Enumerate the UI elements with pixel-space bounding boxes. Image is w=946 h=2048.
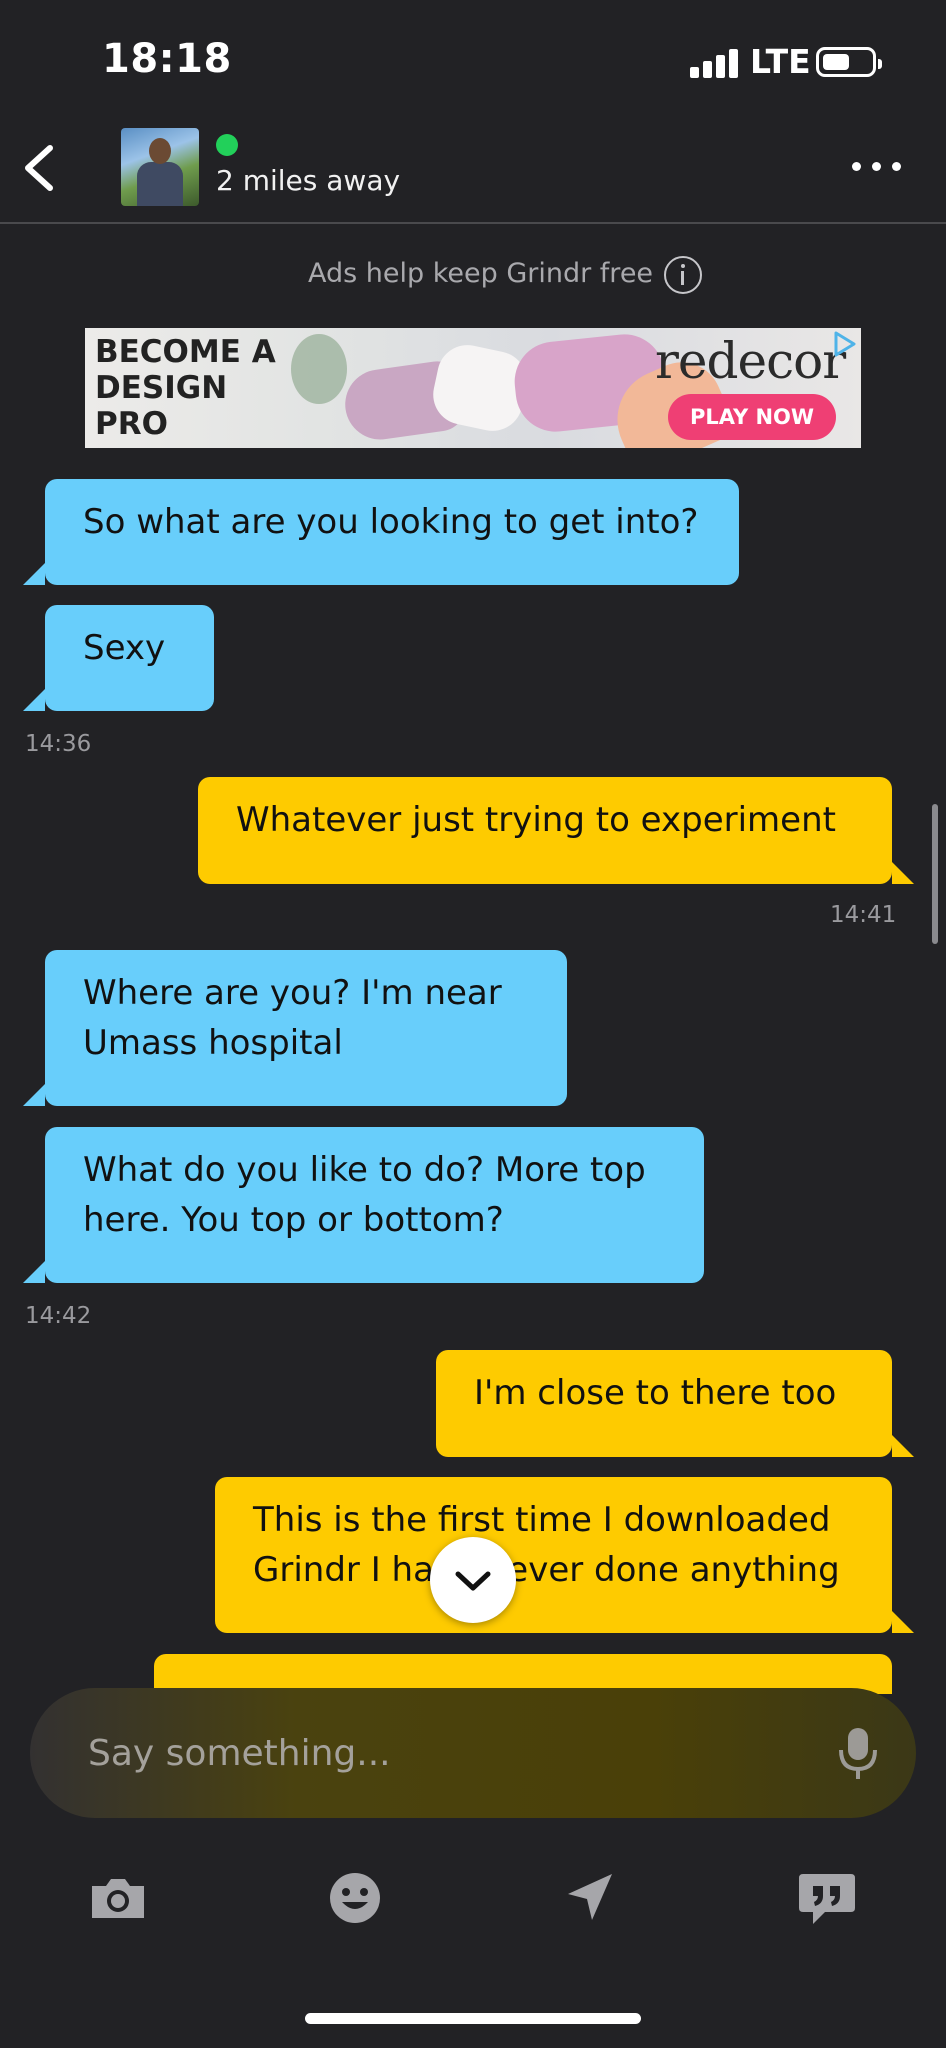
scroll-to-bottom-button[interactable] [430, 1537, 516, 1623]
message-incoming[interactable]: Where are you? I'm near Umass hospital [23, 950, 567, 1106]
message-incoming[interactable]: So what are you looking to get into? [23, 479, 739, 585]
ad-choices-icon[interactable] [833, 330, 857, 358]
chat-header: 2 miles away [0, 120, 946, 224]
message-input[interactable] [88, 1722, 788, 1784]
saved-phrases-icon[interactable] [797, 1868, 857, 1928]
emoji-icon[interactable] [325, 1868, 385, 1928]
ad-headline: BECOME A DESIGN PRO [95, 334, 276, 442]
message-text: This is the first time I downloaded Grin… [253, 1500, 840, 1590]
location-icon[interactable] [560, 1868, 620, 1928]
message-incoming[interactable]: What do you like to do? More top here. Y… [23, 1127, 704, 1283]
network-type: LTE [750, 42, 811, 81]
home-indicator[interactable] [305, 2013, 641, 2024]
info-icon[interactable] [664, 256, 702, 294]
message-outgoing[interactable]: I'm close to there too [436, 1350, 914, 1457]
message-text: What do you like to do? More top here. Y… [83, 1150, 646, 1240]
battery-icon [816, 47, 882, 77]
message-text: Whatever just trying to experiment [236, 800, 836, 840]
message-text: I'm close to there too [474, 1373, 837, 1413]
message-text: So what are you looking to get into? [83, 502, 699, 542]
message-timestamp: 14:41 [830, 902, 897, 928]
message-timestamp: 14:42 [25, 1303, 92, 1329]
profile-avatar[interactable] [121, 128, 199, 206]
chevron-down-icon [455, 1571, 491, 1591]
online-status-indicator [216, 134, 238, 156]
back-arrow-icon[interactable] [18, 138, 68, 198]
message-text: Where are you? I'm near Umass hospital [83, 973, 502, 1063]
ad-banner[interactable]: BECOME A DESIGN PRO redecor PLAY NOW [85, 328, 861, 448]
ads-notice-text: Ads help keep Grindr free [308, 258, 654, 289]
microphone-icon[interactable] [838, 1726, 878, 1782]
more-options-icon[interactable] [852, 160, 902, 174]
ads-notice: Ads help keep Grindr free [0, 256, 946, 296]
message-incoming[interactable]: Sexy [23, 605, 214, 711]
status-time: 18:18 [102, 36, 232, 82]
message-timestamp: 14:36 [25, 731, 92, 757]
message-outgoing[interactable]: Whatever just trying to experiment [198, 777, 914, 884]
scroll-indicator[interactable] [932, 804, 938, 944]
cellular-signal-icon [690, 48, 738, 78]
profile-distance[interactable]: 2 miles away [216, 164, 400, 197]
status-bar: 18:18 LTE [0, 0, 946, 120]
ad-brand: redecor [655, 332, 846, 390]
message-text: Sexy [83, 628, 166, 668]
ad-play-now-button[interactable]: PLAY NOW [668, 394, 836, 440]
message-composer [30, 1688, 916, 1818]
message-outgoing[interactable]: This is the first time I downloaded Grin… [215, 1477, 914, 1633]
camera-icon[interactable] [88, 1868, 148, 1928]
